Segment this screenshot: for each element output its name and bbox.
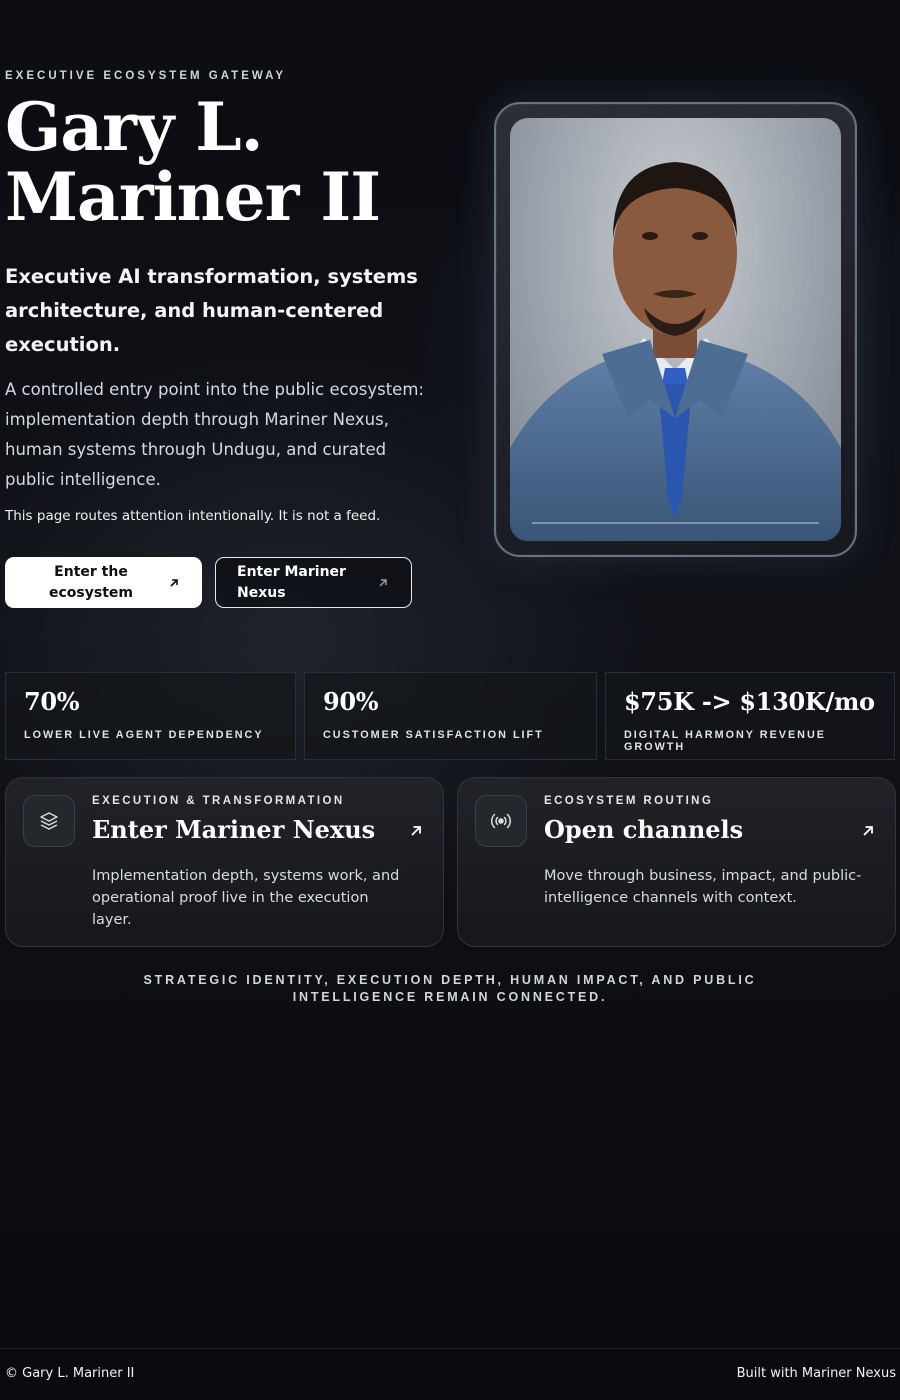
- stat-card-satisfaction: 90% CUSTOMER SATISFACTION LIFT: [304, 672, 597, 760]
- broadcast-icon: [475, 795, 527, 847]
- stat-label: LOWER LIVE AGENT DEPENDENCY: [24, 729, 264, 741]
- enter-ecosystem-label: Enter the ecosystem: [49, 563, 133, 601]
- card-mariner-nexus[interactable]: EXECUTION & TRANSFORMATION Enter Mariner…: [5, 777, 444, 947]
- layers-icon: [23, 795, 75, 847]
- enter-mariner-nexus-button[interactable]: Enter Mariner Nexus: [215, 557, 412, 608]
- footer-divider: [0, 1348, 900, 1349]
- card-kicker: EXECUTION & TRANSFORMATION: [92, 795, 345, 807]
- arrow-up-right-icon: [377, 577, 389, 589]
- hero-name-line1: Gary L.: [5, 88, 264, 166]
- hero-description: A controlled entry point into the public…: [5, 380, 424, 489]
- tagline: STRATEGIC IDENTITY, EXECUTION DEPTH, HUM…: [143, 973, 757, 1004]
- stat-value: $75K -> $130K/mo: [624, 687, 875, 716]
- stat-value: 70%: [24, 687, 80, 716]
- enter-mariner-nexus-label: Enter Mariner Nexus: [237, 563, 346, 601]
- arrow-up-right-icon[interactable]: [861, 823, 875, 842]
- hero-lede: Executive AI transformation, systems arc…: [5, 265, 418, 356]
- card-body: Move through business, impact, and publi…: [544, 868, 862, 906]
- footer-copyright: © Gary L. Mariner II: [5, 1366, 135, 1381]
- portrait-frame: [494, 102, 857, 557]
- card-title: Enter Mariner Nexus: [92, 815, 376, 844]
- card-open-channels[interactable]: ECOSYSTEM ROUTING Open channels Move thr…: [457, 777, 896, 947]
- stat-label: CUSTOMER SATISFACTION LIFT: [323, 729, 544, 741]
- stat-card-revenue-growth: $75K -> $130K/mo DIGITAL HARMONY REVENUE…: [605, 672, 895, 760]
- enter-ecosystem-button[interactable]: Enter the ecosystem: [5, 557, 202, 608]
- stat-label: DIGITAL HARMONY REVENUE GROWTH: [624, 729, 826, 753]
- footer-credit-link[interactable]: Built with Mariner Nexus: [737, 1366, 896, 1381]
- hero-note: This page routes attention intentionally…: [5, 508, 381, 524]
- card-body: Implementation depth, systems work, and …: [92, 868, 400, 928]
- stat-value: 90%: [323, 687, 379, 716]
- card-title: Open channels: [544, 815, 744, 844]
- arrow-up-right-icon[interactable]: [409, 823, 423, 842]
- hero-name: Gary L. Mariner II: [5, 92, 475, 232]
- stat-card-agent-dependency: 70% LOWER LIVE AGENT DEPENDENCY: [5, 672, 296, 760]
- hero-name-line2: Mariner II: [5, 158, 381, 236]
- arrow-up-right-icon: [168, 577, 180, 589]
- eyebrow-label: EXECUTIVE ECOSYSTEM GATEWAY: [5, 70, 287, 82]
- card-kicker: ECOSYSTEM ROUTING: [544, 795, 714, 807]
- portrait-photo: [510, 118, 841, 541]
